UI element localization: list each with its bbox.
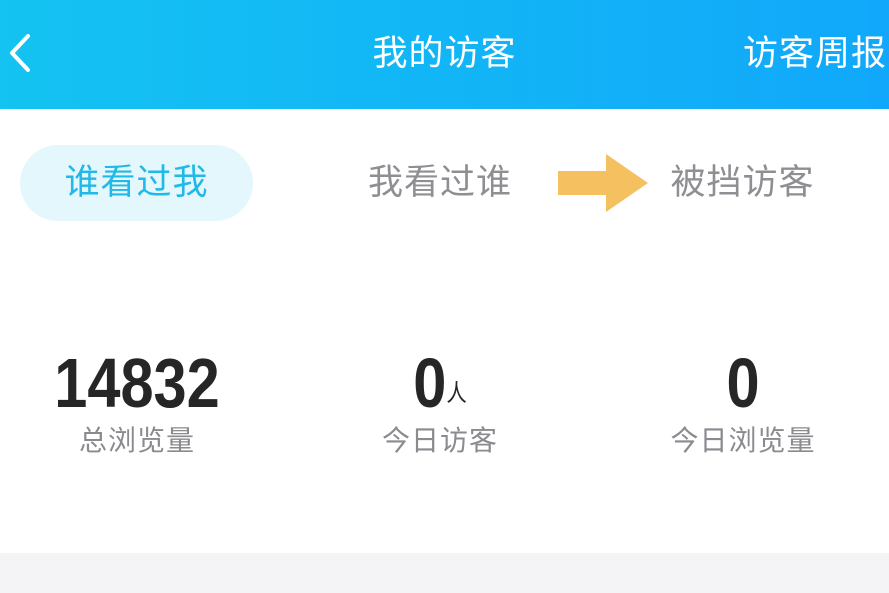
stat-label: 今日访客 bbox=[381, 424, 498, 457]
stat-today-visitors[interactable]: 0人 今日访客 bbox=[340, 345, 540, 461]
tab-who-i-viewed[interactable]: 我看过谁 bbox=[340, 145, 540, 221]
section-divider bbox=[0, 553, 889, 593]
stat-total-views[interactable]: 14832 总浏览量 bbox=[37, 345, 237, 461]
stat-today-views[interactable]: 0 今日浏览量 bbox=[643, 345, 843, 461]
weekly-report-link[interactable]: 访客周报 bbox=[743, 30, 887, 78]
right-arrow-icon bbox=[558, 154, 648, 212]
stat-value: 0人 bbox=[413, 344, 467, 422]
stat-label: 今日浏览量 bbox=[670, 424, 816, 457]
tab-who-viewed-me[interactable]: 谁看过我 bbox=[20, 145, 253, 221]
tab-blocked-visitors[interactable]: 被挡访客 bbox=[640, 145, 845, 221]
header-bar: 我的访客 访客周报 bbox=[0, 0, 889, 109]
stat-unit: 人 bbox=[446, 379, 467, 407]
stat-value: 14832 bbox=[54, 344, 220, 422]
stat-value: 0 bbox=[726, 344, 760, 422]
stat-label: 总浏览量 bbox=[78, 424, 195, 457]
